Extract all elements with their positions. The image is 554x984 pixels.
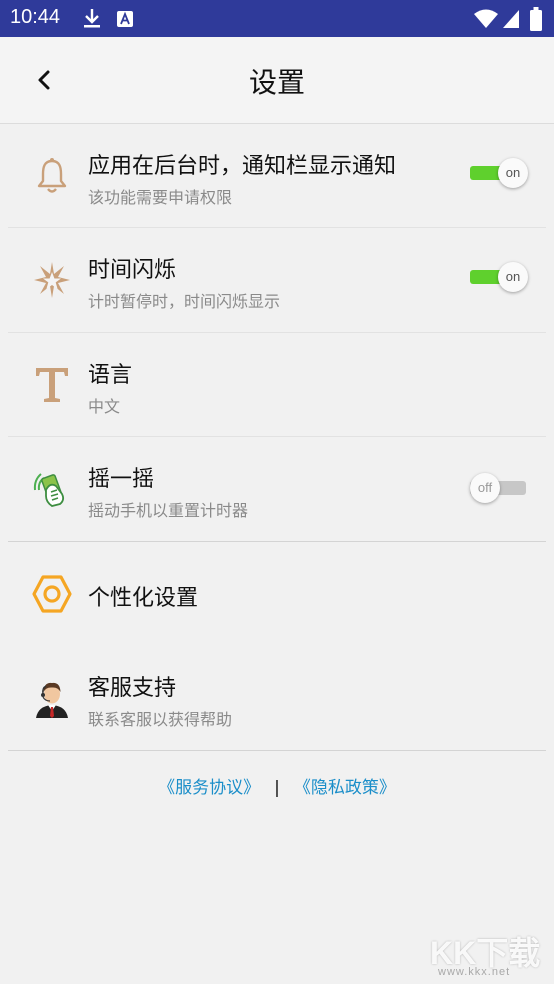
setting-title: 语言	[88, 363, 133, 388]
hexagon-nut-icon	[32, 575, 72, 613]
setting-subtitle: 计时暂停时，时间闪烁显示	[88, 292, 281, 311]
divider	[8, 750, 546, 751]
footer-links: 《服务协议》 | 《隐私政策》	[0, 773, 554, 798]
toggle-knob: off	[470, 473, 500, 503]
time-blink-toggle[interactable]: on	[470, 262, 528, 292]
watermark: KK下载 www.kkx.net	[430, 928, 550, 982]
wifi-icon	[474, 9, 498, 28]
download-icon	[84, 9, 100, 28]
page-title: 设置	[248, 66, 305, 99]
battery-icon	[530, 7, 542, 31]
setting-subtitle: 联系客服以获得帮助	[88, 710, 233, 729]
status-bar: 10:44	[0, 0, 554, 37]
link-separator: |	[274, 778, 280, 798]
sparkle-star-icon	[34, 262, 70, 298]
privacy-policy-link[interactable]: 《隐私政策》	[294, 778, 396, 798]
setting-subtitle: 该功能需要申请权限	[88, 188, 233, 207]
setting-title: 时间闪烁	[88, 258, 177, 283]
header: 设置	[0, 37, 554, 124]
status-time: 10:44	[10, 6, 61, 28]
setting-title: 个性化设置	[88, 586, 199, 611]
text-t-icon	[36, 368, 68, 402]
shake-toggle[interactable]: off	[470, 473, 528, 503]
setting-customer-support[interactable]: 客服支持 联系客服以获得帮助	[8, 644, 546, 750]
setting-time-blink[interactable]: 时间闪烁 计时暂停时，时间闪烁显示 on	[8, 228, 546, 332]
cellular-signal-icon	[503, 10, 519, 28]
setting-subtitle: 摇动手机以重置计时器	[88, 501, 249, 520]
setting-subtitle: 中文	[88, 397, 121, 416]
shake-phone-icon	[33, 473, 65, 507]
watermark-url: www.kkx.net	[438, 966, 511, 978]
setting-language[interactable]: 语言 中文	[8, 333, 546, 436]
setting-title: 客服支持	[88, 676, 177, 701]
setting-title: 摇一摇	[88, 467, 155, 492]
app-notification-icon	[117, 11, 133, 27]
toggle-knob: on	[498, 158, 528, 188]
notification-toggle[interactable]: on	[470, 158, 528, 188]
setting-personalization[interactable]: 个性化设置	[8, 542, 546, 644]
setting-background-notification[interactable]: 应用在后台时，通知栏显示通知 该功能需要申请权限 on	[8, 124, 546, 227]
service-agreement-link[interactable]: 《服务协议》	[158, 778, 260, 798]
bell-icon	[37, 158, 67, 193]
customer-service-agent-icon	[36, 682, 68, 718]
toggle-knob: on	[498, 262, 528, 292]
setting-title: 应用在后台时，通知栏显示通知	[88, 154, 397, 179]
setting-shake[interactable]: 摇一摇 摇动手机以重置计时器 off	[8, 437, 546, 541]
